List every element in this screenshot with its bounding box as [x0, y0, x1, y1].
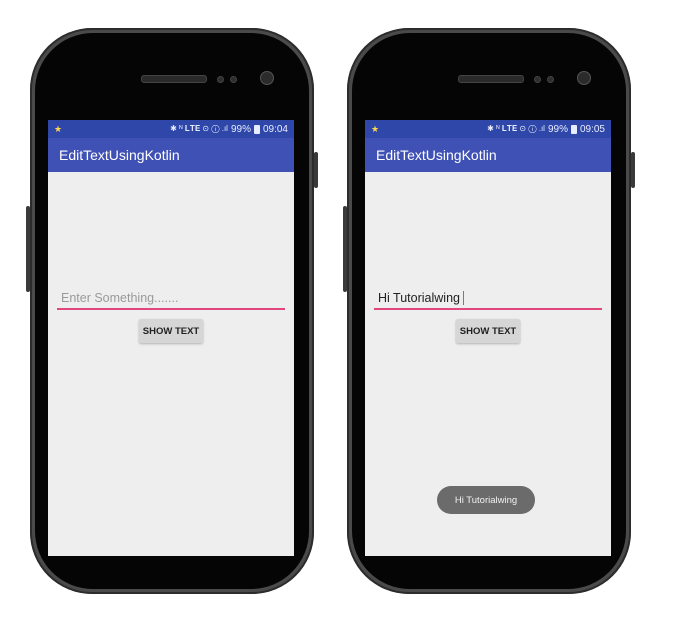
battery-icon [570, 124, 577, 134]
status-indicators: ✱ ᴺ 𝐋𝐓𝐄 ⊙ ⓘ .ıl [487, 124, 545, 133]
app-title: EditTextUsingKotlin [59, 147, 180, 163]
clock: 09:04 [262, 123, 288, 135]
battery-icon [253, 124, 260, 134]
edit-text-value: Hi Tutorialwing [378, 291, 460, 305]
app-bar: EditTextUsingKotlin [48, 138, 294, 172]
volume-button [26, 206, 30, 292]
power-button [314, 152, 318, 188]
notification-icon: ★ [54, 123, 63, 134]
phone-left: ★ ✱ ᴺ 𝐋𝐓𝐄 ⊙ ⓘ .ıl 99% 09:04 EditTextUsin… [26, 28, 318, 594]
sensor-dot [230, 76, 237, 83]
app-screen: ★ ✱ ᴺ 𝐋𝐓𝐄 ⊙ ⓘ .ıl 99% 09:04 EditTextUsin… [48, 120, 294, 556]
battery-percent: 99% [230, 123, 251, 135]
app-screen: ★ ✱ ᴺ 𝐋𝐓𝐄 ⊙ ⓘ .ıl 99% 09:05 EditTextUsin… [365, 120, 611, 556]
status-indicators: ✱ ᴺ 𝐋𝐓𝐄 ⊙ ⓘ .ıl [170, 124, 228, 133]
volume-button [343, 206, 347, 292]
clock: 09:05 [579, 123, 605, 135]
status-bar: ★ ✱ ᴺ 𝐋𝐓𝐄 ⊙ ⓘ .ıl 99% 09:04 [48, 120, 294, 138]
app-title: EditTextUsingKotlin [376, 147, 497, 163]
edit-text-placeholder: Enter Something....... [61, 291, 179, 305]
text-cursor [462, 291, 465, 305]
show-text-button[interactable]: SHOW TEXT [456, 319, 520, 343]
phone-right: ★ ✱ ᴺ 𝐋𝐓𝐄 ⊙ ⓘ .ıl 99% 09:05 EditTextUsin… [343, 28, 635, 594]
front-camera-icon [577, 71, 591, 85]
toast-message: Hi Tutorialwing [437, 486, 535, 514]
edit-text-field[interactable]: Hi Tutorialwing [374, 286, 602, 310]
power-button [631, 152, 635, 188]
notification-icon: ★ [371, 123, 380, 134]
sensor-dot [534, 76, 541, 83]
speaker-grille [141, 75, 207, 83]
sensor-dot [217, 76, 224, 83]
app-bar: EditTextUsingKotlin [365, 138, 611, 172]
edit-text-field[interactable]: Enter Something....... [57, 286, 285, 310]
front-camera-icon [260, 71, 274, 85]
show-text-button[interactable]: SHOW TEXT [139, 319, 203, 343]
battery-percent: 99% [547, 123, 568, 135]
sensor-dot [547, 76, 554, 83]
speaker-grille [458, 75, 524, 83]
status-bar: ★ ✱ ᴺ 𝐋𝐓𝐄 ⊙ ⓘ .ıl 99% 09:05 [365, 120, 611, 138]
